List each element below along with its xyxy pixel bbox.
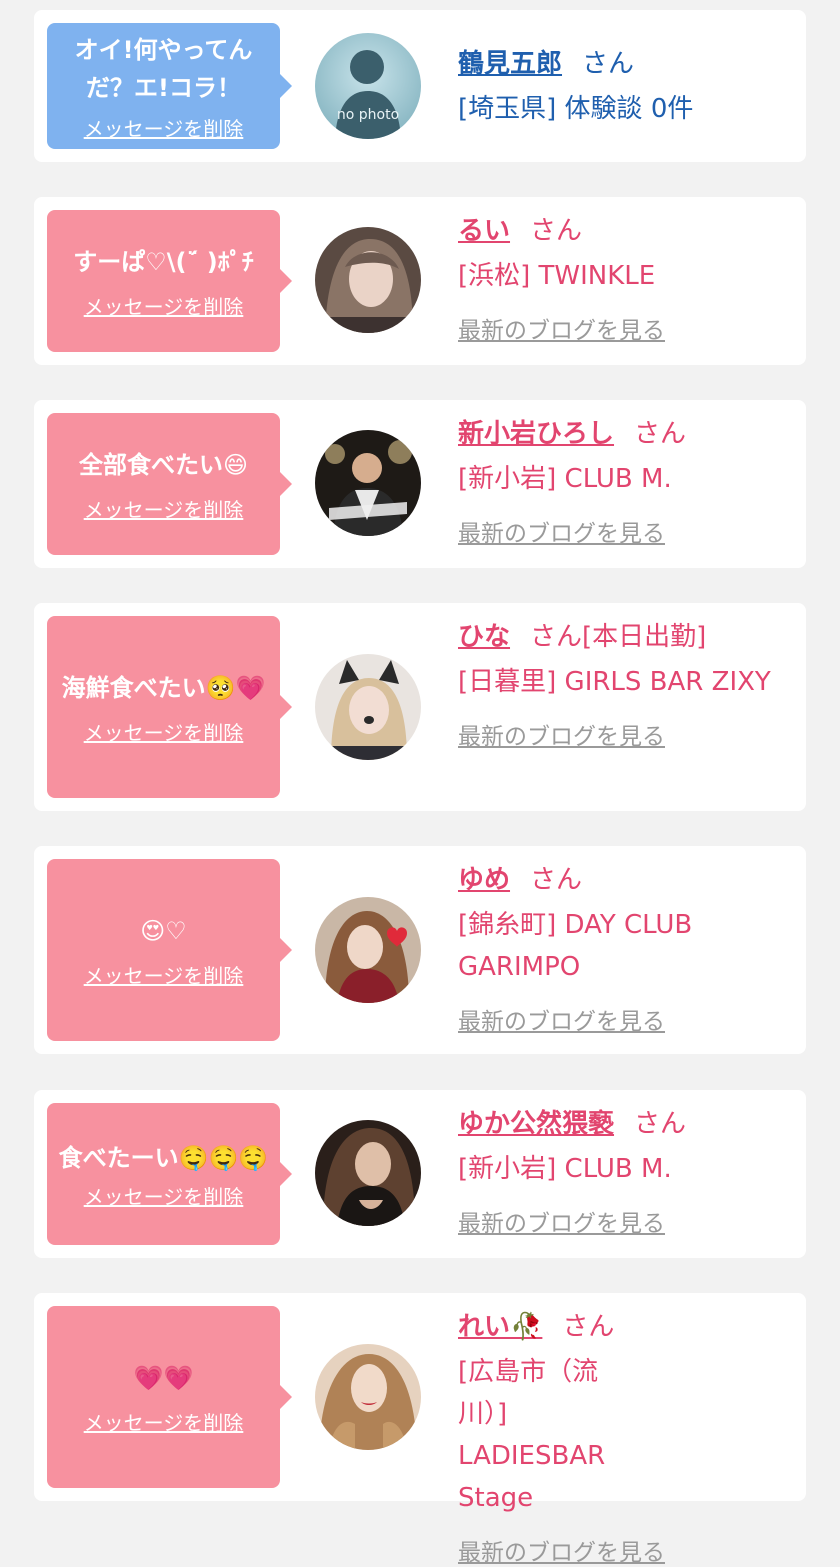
latest-blog-link[interactable]: 最新のブログを見る: [458, 1204, 788, 1238]
avatar[interactable]: no photo: [315, 33, 421, 139]
delete-message-link[interactable]: メッセージを削除: [84, 113, 244, 142]
latest-blog-link[interactable]: 最新のブログを見る: [458, 514, 788, 548]
honorific: さん: [562, 1312, 615, 1342]
user-info: ゆか公然猥褻 さん [新小岩] CLUB M. 最新のブログを見る: [458, 1104, 788, 1238]
message-card: 😍♡ メッセージを削除 ゆめ さん [錦糸町] DAY CLUB GARIMPO …: [34, 846, 806, 1054]
message-card: すーぱ♡\(ˊ̈ )ﾎﾟﾁ メッセージを削除 るい さん [浜松] TWINKLE…: [34, 197, 806, 365]
message-list: オイ!何やってんだ？エ!コラ！ メッセージを削除 no photo 鶴見五郎 さん: [0, 0, 840, 1566]
honorific: さん: [582, 49, 635, 79]
message-text: オイ!何やってんだ？エ!コラ！: [74, 35, 253, 102]
message-bubble: 💗💗 メッセージを削除: [47, 1306, 292, 1488]
user-name-link[interactable]: るい: [458, 216, 510, 246]
message-bubble: すーぱ♡\(ˊ̈ )ﾎﾟﾁ メッセージを削除: [47, 210, 292, 352]
shop-name: [日暮里] GIRLS BAR ZIXY: [458, 667, 771, 697]
user-name-link[interactable]: ゆめ: [458, 865, 510, 895]
delete-message-link[interactable]: メッセージを削除: [84, 291, 244, 320]
honorific: さん: [530, 216, 583, 246]
user-photo-icon: [315, 897, 421, 1003]
avatar[interactable]: [315, 897, 421, 1003]
user-photo-icon: [315, 1344, 421, 1450]
shop-name: [新小岩] CLUB M.: [458, 464, 672, 494]
message-bubble: 食べたーい🤤🤤🤤 メッセージを削除: [47, 1103, 292, 1245]
today-working-badge: [本日出勤]: [582, 622, 707, 652]
avatar[interactable]: [315, 227, 421, 333]
user-info: 新小岩ひろし さん [新小岩] CLUB M. 最新のブログを見る: [458, 414, 788, 548]
user-info: 鶴見五郎 さん [埼玉県] 体験談 0件: [458, 44, 788, 130]
message-text: 海鮮食べたい🥺💗: [61, 673, 266, 702]
user-info: れい🥀 さん [広島市（流川）] LADIESBAR Stage 最新のブログを見…: [458, 1307, 788, 1567]
avatar[interactable]: [315, 1120, 421, 1226]
user-name-link[interactable]: 新小岩ひろし: [458, 419, 614, 449]
avatar[interactable]: [315, 654, 421, 760]
latest-blog-link[interactable]: 最新のブログを見る: [458, 311, 788, 345]
user-name-link[interactable]: ひな: [458, 622, 510, 652]
message-text: 食べたーい🤤🤤🤤: [58, 1143, 269, 1172]
user-name-link[interactable]: れい🥀: [458, 1312, 542, 1342]
honorific: さん: [634, 1109, 687, 1139]
message-text: すーぱ♡\(ˊ̈ )ﾎﾟﾁ: [73, 247, 254, 276]
user-photo-icon: [315, 227, 421, 333]
delete-message-link[interactable]: メッセージを削除: [84, 494, 244, 523]
user-info: ひな さん[本日出勤] [日暮里] GIRLS BAR ZIXY 最新のブログを見…: [458, 617, 788, 751]
user-info: ゆめ さん [錦糸町] DAY CLUB GARIMPO 最新のブログを見る: [458, 860, 788, 1036]
message-text: 😍♡: [140, 916, 187, 945]
user-photo-icon: [315, 1120, 421, 1226]
delete-message-link[interactable]: メッセージを削除: [84, 1407, 244, 1436]
honorific: さん: [530, 865, 583, 895]
avatar-caption: no photo: [337, 107, 399, 123]
message-card: 海鮮食べたい🥺💗 メッセージを削除 ひな さん[本日出勤] [日暮里] GIRLS…: [34, 603, 806, 811]
user-name-link[interactable]: 鶴見五郎: [458, 49, 562, 79]
latest-blog-link[interactable]: 最新のブログを見る: [458, 1533, 788, 1567]
user-info: るい さん [浜松] TWINKLE 最新のブログを見る: [458, 211, 788, 345]
shop-name: [浜松] TWINKLE: [458, 261, 656, 291]
latest-blog-link[interactable]: 最新のブログを見る: [458, 717, 788, 751]
honorific: さん: [530, 622, 583, 652]
message-text: 全部食べたい😄: [78, 450, 249, 479]
user-photo-icon: [315, 654, 421, 760]
user-location: [埼玉県] 体験談 0件: [458, 94, 694, 124]
message-text: 💗💗: [133, 1363, 194, 1392]
shop-name: [広島市（流川）] LADIESBAR Stage: [458, 1357, 606, 1513]
shop-name: [錦糸町] DAY CLUB GARIMPO: [458, 910, 693, 982]
message-card: オイ!何やってんだ？エ!コラ！ メッセージを削除 no photo 鶴見五郎 さん: [34, 10, 806, 162]
user-photo-icon: [315, 430, 421, 536]
shop-name: [新小岩] CLUB M.: [458, 1154, 672, 1184]
message-bubble: オイ!何やってんだ？エ!コラ！ メッセージを削除: [47, 23, 292, 149]
message-card: 食べたーい🤤🤤🤤 メッセージを削除 ゆか公然猥褻 さん [新小岩] CLUB M.…: [34, 1090, 806, 1258]
latest-blog-link[interactable]: 最新のブログを見る: [458, 1002, 788, 1036]
message-card: 💗💗 メッセージを削除 れい🥀 さん [広島市（流川）] LADIESBAR St…: [34, 1293, 806, 1566]
delete-message-link[interactable]: メッセージを削除: [84, 717, 244, 746]
honorific: さん: [634, 419, 687, 449]
avatar[interactable]: [315, 1344, 421, 1450]
no-photo-silhouette-icon: no photo: [315, 33, 421, 139]
message-bubble: 全部食べたい😄 メッセージを削除: [47, 413, 292, 555]
user-name-link[interactable]: ゆか公然猥褻: [458, 1109, 614, 1139]
message-bubble: 海鮮食べたい🥺💗 メッセージを削除: [47, 616, 292, 798]
message-bubble: 😍♡ メッセージを削除: [47, 859, 292, 1041]
delete-message-link[interactable]: メッセージを削除: [84, 1181, 244, 1210]
message-card: 全部食べたい😄 メッセージを削除 新小岩ひろし さん [新小岩] CLUB M. …: [34, 400, 806, 568]
delete-message-link[interactable]: メッセージを削除: [84, 960, 244, 989]
avatar[interactable]: [315, 430, 421, 536]
